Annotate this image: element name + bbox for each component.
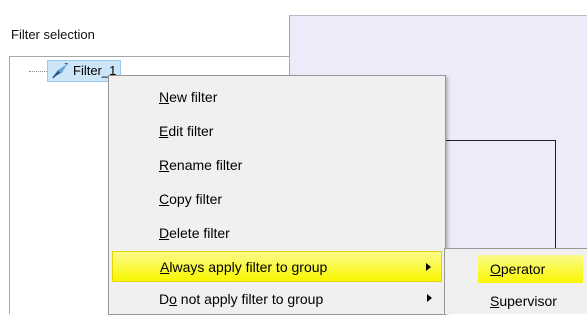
submenu-item-operator[interactable]: Operator — [478, 255, 583, 283]
menu-item-label: New filter — [159, 88, 218, 105]
menu-item-copy-filter[interactable]: Copy filter — [112, 183, 442, 214]
filter-icon — [52, 63, 68, 79]
connector-line — [444, 140, 556, 141]
panel-title: Filter selection — [11, 27, 95, 42]
accelerator-key: o — [169, 290, 177, 307]
menu-item-label: Always apply filter to group — [160, 258, 328, 275]
menu-item-label: Copy filter — [159, 190, 223, 207]
menu-item-do-not-apply[interactable]: Do not apply filter to group — [112, 283, 442, 314]
accelerator-key: O — [490, 261, 501, 277]
menu-item-label: Rename filter — [159, 156, 243, 173]
menu-item-label: Do not apply filter to group — [159, 290, 324, 307]
submenu-arrow-icon — [426, 263, 431, 271]
tree-connector — [29, 71, 47, 73]
group-submenu: Operator Supervisor — [444, 248, 587, 314]
accelerator-key: S — [490, 293, 500, 309]
accelerator-key: E — [159, 122, 169, 139]
submenu-item-supervisor[interactable]: Supervisor — [478, 287, 583, 315]
accelerator-key: R — [159, 156, 170, 173]
accelerator-key: D — [159, 224, 170, 241]
menu-item-new-filter[interactable]: New filter — [112, 81, 442, 112]
menu-item-delete-filter[interactable]: Delete filter — [112, 217, 442, 248]
submenu-item-label: Operator — [490, 261, 546, 277]
accelerator-key: A — [160, 258, 170, 275]
menu-item-rename-filter[interactable]: Rename filter — [112, 149, 442, 180]
menu-item-label: Edit filter — [159, 122, 214, 139]
menu-item-label: Delete filter — [159, 224, 230, 241]
submenu-item-label: Supervisor — [490, 293, 557, 309]
context-menu: New filter Edit filter Rename filter Cop… — [108, 75, 446, 315]
menu-item-edit-filter[interactable]: Edit filter — [112, 115, 442, 146]
menu-item-always-apply[interactable]: Always apply filter to group — [112, 251, 442, 282]
submenu-arrow-icon — [427, 294, 432, 302]
accelerator-key: N — [159, 88, 170, 105]
accelerator-key: C — [159, 190, 170, 207]
